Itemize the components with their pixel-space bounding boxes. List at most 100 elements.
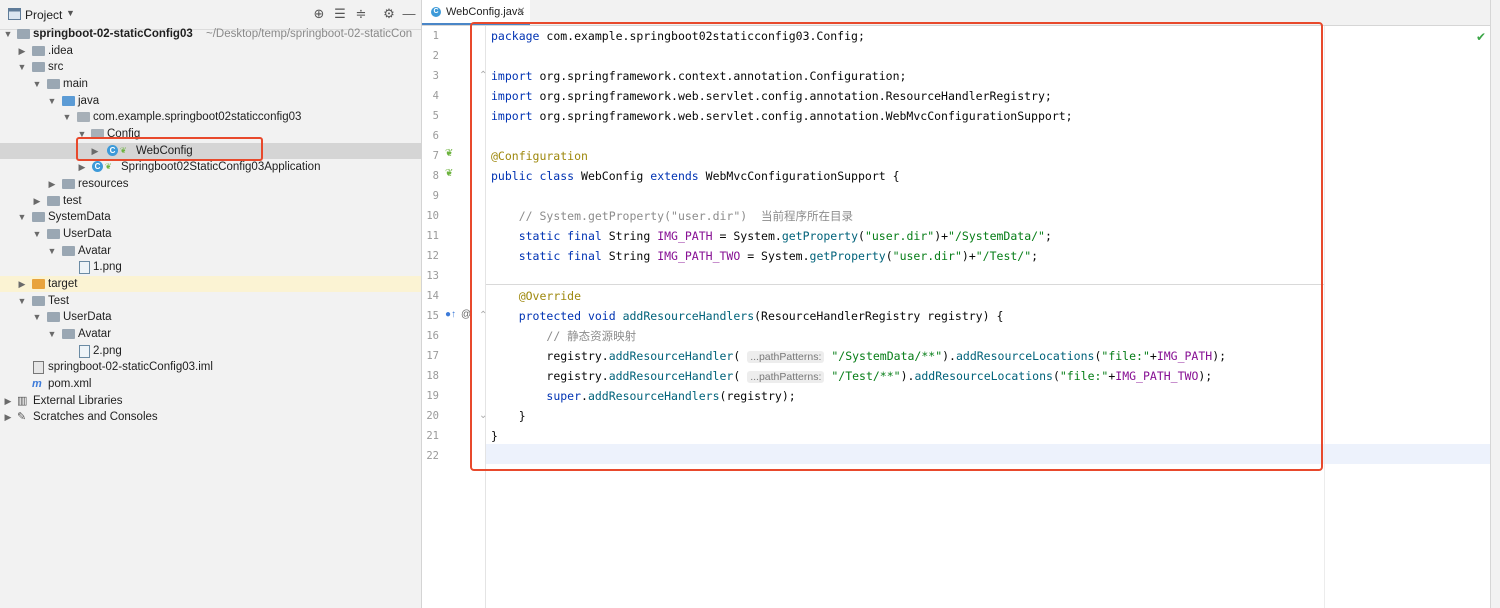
override-icon[interactable]: ●↑ bbox=[445, 309, 456, 320]
line-number: 20 bbox=[426, 410, 439, 422]
image-file-icon bbox=[79, 261, 92, 274]
chevron-down-icon[interactable]: ▼ bbox=[3, 26, 13, 42]
line-number: 8 bbox=[432, 170, 439, 182]
locate-icon[interactable]: ⊕ bbox=[311, 6, 327, 22]
folder-icon bbox=[47, 195, 60, 207]
tree-node-label: 1.png bbox=[93, 261, 122, 273]
chevron-right-icon[interactable]: ▶ bbox=[47, 176, 57, 192]
tree-node-userdata[interactable]: ▼ UserData bbox=[0, 226, 421, 242]
chevron-down-icon[interactable]: ▼ bbox=[17, 59, 27, 75]
line-number: 11 bbox=[426, 230, 439, 242]
chevron-right-icon[interactable]: ▶ bbox=[17, 43, 27, 59]
chevron-right-icon[interactable]: ▶ bbox=[3, 409, 13, 425]
tree-node-label: com.example.springboot02staticconfig03 bbox=[93, 111, 302, 123]
line-number: 3 bbox=[432, 70, 439, 82]
chevron-down-icon[interactable]: ▼ bbox=[47, 93, 57, 109]
highlight-box-code bbox=[470, 22, 1323, 471]
tree-node-label: 2.png bbox=[93, 345, 122, 357]
line-number: 16 bbox=[426, 330, 439, 342]
tree-node-pom[interactable]: m pom.xml bbox=[0, 376, 421, 392]
tree-node-target[interactable]: ▶ target bbox=[0, 276, 421, 292]
chevron-down-icon[interactable]: ▼ bbox=[32, 76, 42, 92]
tree-node-systemdata[interactable]: ▼ SystemData bbox=[0, 209, 421, 225]
tree-node-test[interactable]: ▶ test bbox=[0, 193, 421, 209]
close-icon[interactable]: ✕ bbox=[517, 0, 525, 24]
expand-all-icon[interactable]: ☰ bbox=[332, 6, 348, 22]
tree-node-label: resources bbox=[78, 178, 129, 190]
tree-node-avatar[interactable]: ▼ Avatar bbox=[0, 243, 421, 259]
folder-icon bbox=[47, 311, 60, 323]
chevron-down-icon[interactable]: ▼ bbox=[47, 326, 57, 342]
gear-icon[interactable]: ⚙ bbox=[381, 6, 397, 22]
tree-node-test-folder[interactable]: ▼ Test bbox=[0, 293, 421, 309]
tree-node-avatar-2[interactable]: ▼ Avatar bbox=[0, 326, 421, 342]
tree-node-2png[interactable]: 2.png bbox=[0, 343, 421, 359]
tree-node-label: UserData bbox=[63, 228, 112, 240]
chevron-right-icon[interactable]: ▶ bbox=[32, 193, 42, 209]
chevron-right-icon[interactable]: ▶ bbox=[17, 276, 27, 292]
folder-icon bbox=[62, 328, 75, 340]
tree-node-label: SystemData bbox=[48, 211, 111, 223]
line-number: 1 bbox=[432, 30, 439, 42]
tree-node-label: .idea bbox=[48, 45, 73, 57]
line-number: 21 bbox=[426, 430, 439, 442]
tree-node-project-root[interactable]: ▼ springboot-02-staticConfig03 ~/Desktop… bbox=[0, 26, 421, 42]
tree-node-external-libraries[interactable]: ▶ ▥ External Libraries bbox=[0, 393, 421, 409]
tree-node-label: pom.xml bbox=[48, 378, 92, 390]
line-number: 5 bbox=[432, 110, 439, 122]
chevron-down-icon[interactable]: ▼ bbox=[17, 209, 27, 225]
chevron-down-icon[interactable]: ▼ bbox=[17, 293, 27, 309]
caret-down-icon[interactable]: ▼ bbox=[66, 8, 75, 18]
tree-node-label: main bbox=[63, 78, 88, 90]
line-number: 17 bbox=[426, 350, 439, 362]
line-number: 18 bbox=[426, 370, 439, 382]
line-number: 14 bbox=[426, 290, 439, 302]
tree-node-label: test bbox=[63, 195, 82, 207]
tree-node-userdata-2[interactable]: ▼ UserData bbox=[0, 309, 421, 325]
line-number: 6 bbox=[432, 130, 439, 142]
project-panel-title[interactable]: Project bbox=[25, 8, 62, 22]
collapse-all-icon[interactable]: ≑ bbox=[353, 6, 369, 22]
line-number: 13 bbox=[426, 270, 439, 282]
chevron-right-icon[interactable]: ▶ bbox=[3, 393, 13, 409]
project-path: ~/Desktop/temp/springboot-02-staticCon bbox=[206, 28, 413, 40]
folder-icon bbox=[32, 45, 45, 57]
folder-icon bbox=[47, 228, 60, 240]
tree-node-scratches[interactable]: ▶ ✎ Scratches and Consoles bbox=[0, 409, 421, 425]
tree-node-application[interactable]: ▶ C ❦ Springboot02StaticConfig03Applicat… bbox=[0, 159, 421, 175]
line-number: 15 bbox=[426, 310, 439, 322]
tree-node-package[interactable]: ▼ com.example.springboot02staticconfig03 bbox=[0, 109, 421, 125]
tree-node-java[interactable]: ▼ java bbox=[0, 93, 421, 109]
line-number: 7 bbox=[432, 150, 439, 162]
chevron-down-icon[interactable]: ▼ bbox=[47, 243, 57, 259]
tab-label: WebConfig.java bbox=[446, 6, 524, 18]
module-folder-icon bbox=[17, 28, 30, 40]
tree-node-resources[interactable]: ▶ resources bbox=[0, 176, 421, 192]
line-number: 12 bbox=[426, 250, 439, 262]
chevron-right-icon[interactable]: ▶ bbox=[77, 159, 87, 175]
tree-node-main[interactable]: ▼ main bbox=[0, 76, 421, 92]
minimize-icon[interactable]: — bbox=[401, 6, 417, 21]
line-number: 2 bbox=[432, 50, 439, 62]
tree-node-label: java bbox=[78, 95, 100, 107]
class-icon: C bbox=[92, 161, 105, 173]
spring-bean-icon[interactable]: ❦ bbox=[445, 148, 453, 159]
tree-node-label: UserData bbox=[63, 311, 112, 323]
highlight-box-webconfig bbox=[76, 137, 263, 161]
line-number: 22 bbox=[426, 450, 439, 462]
chevron-down-icon[interactable]: ▼ bbox=[32, 309, 42, 325]
check-mark-icon[interactable]: ✔ bbox=[1476, 30, 1486, 44]
tree-node-idea[interactable]: ▶ .idea bbox=[0, 43, 421, 59]
chevron-down-icon[interactable]: ▼ bbox=[32, 226, 42, 242]
line-number: 10 bbox=[426, 210, 439, 222]
spring-bean-icon[interactable]: ❦ bbox=[445, 168, 453, 179]
excluded-folder-icon bbox=[32, 278, 45, 290]
tree-node-1png[interactable]: 1.png bbox=[0, 259, 421, 275]
tree-node-src[interactable]: ▼ src bbox=[0, 59, 421, 75]
source-folder-icon bbox=[62, 95, 75, 107]
tree-node-label: src bbox=[48, 61, 64, 73]
line-number: 9 bbox=[432, 190, 439, 202]
tree-node-label: Springboot02StaticConfig03Application bbox=[121, 161, 321, 173]
chevron-down-icon[interactable]: ▼ bbox=[62, 109, 72, 125]
tree-node-iml[interactable]: springboot-02-staticConfig03.iml bbox=[0, 359, 421, 375]
